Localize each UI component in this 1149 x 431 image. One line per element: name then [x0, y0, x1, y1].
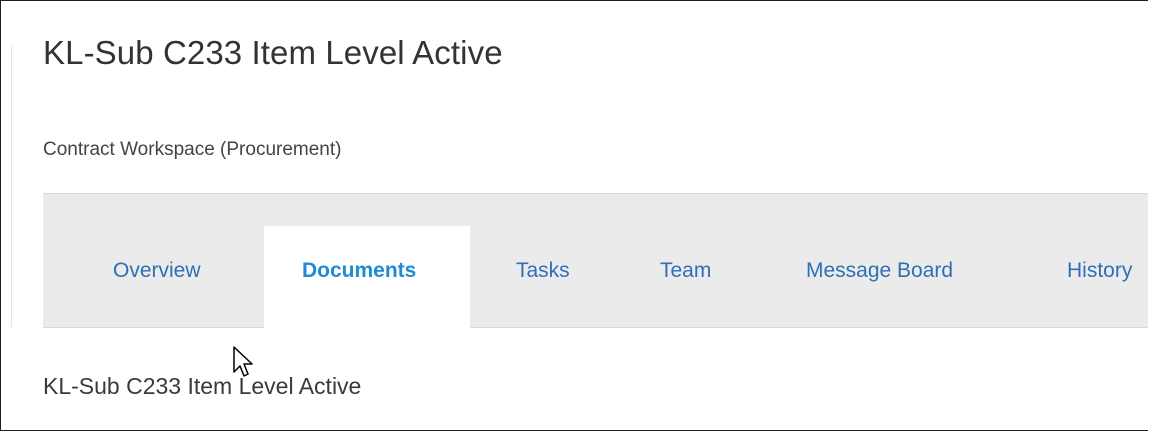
tab-label: Tasks [516, 259, 570, 282]
tab-label: Documents [302, 259, 417, 282]
left-divider [11, 45, 12, 327]
page-title: KL-Sub C233 Item Level Active [43, 34, 503, 71]
tab-documents[interactable]: Documents [264, 226, 470, 328]
tab-label: Team [660, 259, 712, 282]
tab-bar: Overview Documents Tasks Team Message Bo… [43, 193, 1148, 328]
tab-label: Overview [113, 259, 201, 282]
document-heading: KL-Sub C233 Item Level Active [43, 373, 362, 399]
tab-label: Message Board [806, 259, 954, 282]
arrow-pointer-icon [233, 346, 253, 377]
tab-label: History [1067, 259, 1133, 282]
workspace-window: KL-Sub C233 Item Level Active Contract W… [0, 0, 1148, 431]
workspace-type-label: Contract Workspace (Procurement) [43, 139, 342, 160]
